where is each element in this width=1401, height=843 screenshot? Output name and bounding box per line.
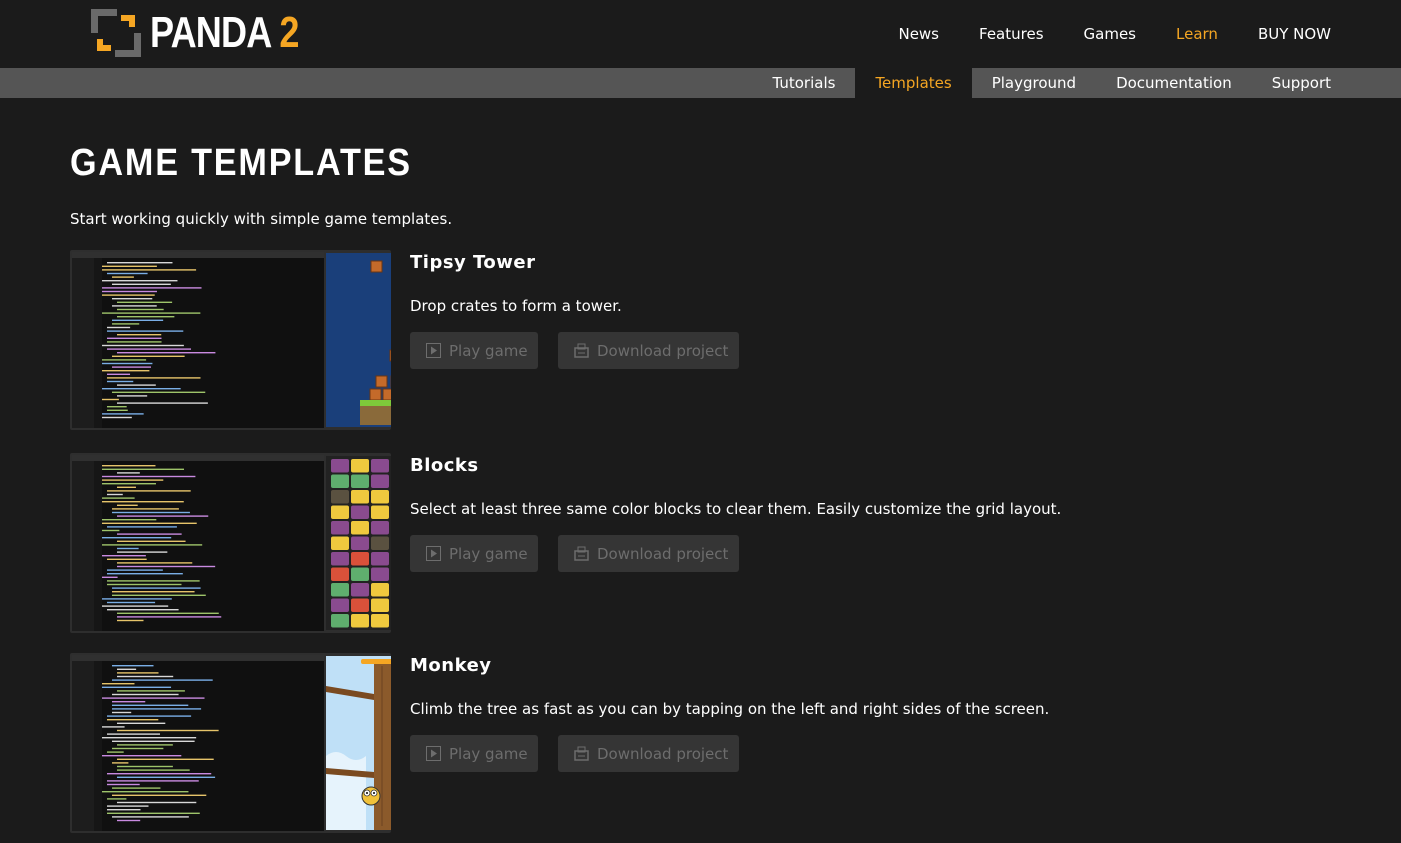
sub-nav-bar: Tutorials Templates Playground Documenta… (0, 68, 1401, 98)
site-header: PANDA 2 News Features Games Learn BUY NO… (0, 0, 1401, 68)
template-description: Drop crates to form a tower. (410, 297, 622, 315)
template-card-blocks: Blocks Select at least three same color … (70, 453, 1330, 635)
play-icon (426, 343, 441, 358)
code-editor-screenshot (72, 655, 324, 831)
template-card-monkey: Monkey Climb the tree as fast as you can… (70, 653, 1330, 835)
game-screenshot-monkey (326, 656, 391, 830)
play-icon (426, 746, 441, 761)
logo[interactable]: PANDA 2 (91, 9, 331, 57)
template-title: Tipsy Tower (410, 252, 536, 273)
play-game-button[interactable]: Play game (410, 535, 538, 572)
download-project-label: Download project (597, 744, 729, 763)
page-intro: Start working quickly with simple game t… (70, 210, 453, 228)
download-project-label: Download project (597, 341, 729, 360)
template-thumbnail[interactable] (70, 453, 391, 633)
download-project-button[interactable]: Download project (558, 735, 739, 772)
sub-nav: Tutorials Templates Playground Documenta… (752, 68, 1351, 98)
panda-logo-icon (91, 9, 141, 57)
play-game-label: Play game (449, 744, 528, 763)
template-description: Select at least three same color blocks … (410, 500, 1062, 518)
logo-version: 2 (279, 8, 299, 57)
nav-games[interactable]: Games (1084, 20, 1136, 48)
nav-learn[interactable]: Learn (1176, 20, 1218, 48)
template-thumbnail[interactable] (70, 653, 391, 833)
download-project-label: Download project (597, 544, 729, 563)
logo-wordmark: PANDA 2 (150, 9, 299, 57)
play-game-label: Play game (449, 544, 528, 563)
play-game-button[interactable]: Play game (410, 735, 538, 772)
subnav-documentation[interactable]: Documentation (1096, 68, 1252, 98)
page-title: GAME TEMPLATES (70, 142, 412, 184)
play-icon (426, 546, 441, 561)
logo-name: PANDA (150, 8, 271, 57)
nav-buy-now[interactable]: BUY NOW (1258, 20, 1331, 48)
game-screenshot-blocks (326, 456, 391, 630)
download-icon (574, 546, 589, 561)
template-title: Blocks (410, 455, 479, 476)
download-project-button[interactable]: Download project (558, 535, 739, 572)
nav-features[interactable]: Features (979, 20, 1044, 48)
download-project-button[interactable]: Download project (558, 332, 739, 369)
code-editor-screenshot (72, 252, 324, 428)
code-lines-image (102, 665, 219, 822)
play-game-button[interactable]: Play game (410, 332, 538, 369)
game-screenshot-tower (326, 253, 391, 427)
code-lines-image (102, 262, 216, 419)
play-game-label: Play game (449, 341, 528, 360)
template-card-tipsy-tower: Tipsy Tower Drop crates to form a tower.… (70, 250, 1330, 432)
code-editor-screenshot (72, 455, 324, 631)
subnav-tutorials[interactable]: Tutorials (752, 68, 855, 98)
nav-news[interactable]: News (898, 20, 939, 48)
main-nav: News Features Games Learn BUY NOW (858, 20, 1331, 48)
subnav-playground[interactable]: Playground (972, 68, 1096, 98)
code-lines-image (102, 465, 222, 622)
download-icon (574, 746, 589, 761)
template-title: Monkey (410, 655, 492, 676)
download-icon (574, 343, 589, 358)
subnav-templates[interactable]: Templates (855, 68, 972, 98)
template-thumbnail[interactable] (70, 250, 391, 430)
template-description: Climb the tree as fast as you can by tap… (410, 700, 1050, 718)
subnav-support[interactable]: Support (1252, 68, 1351, 98)
